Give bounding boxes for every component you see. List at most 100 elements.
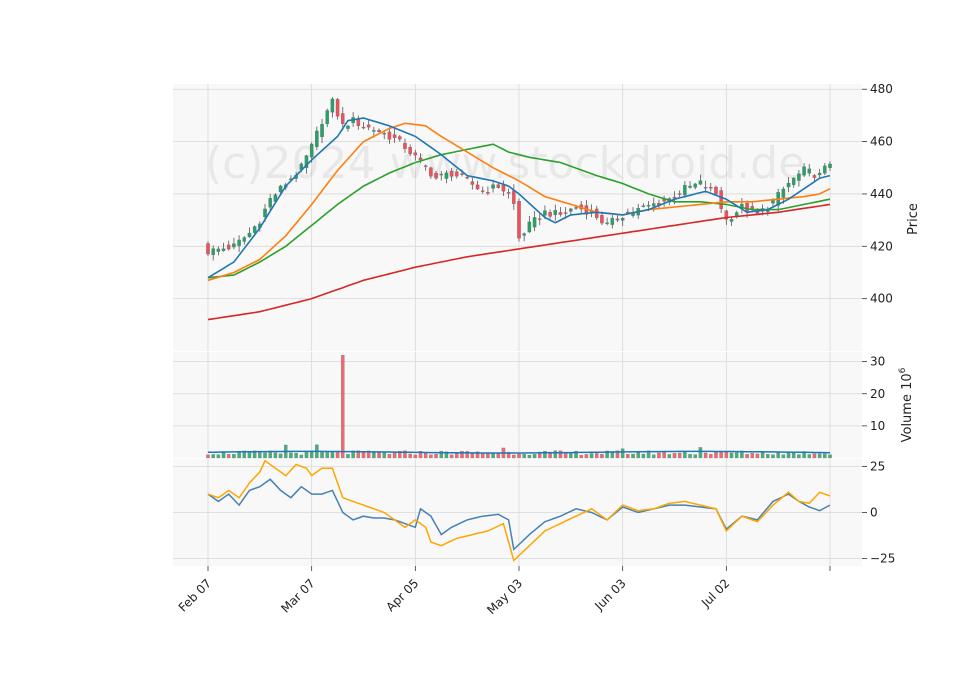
candle-body-20 (309, 143, 314, 158)
candle-body-71 (574, 207, 578, 209)
candle-body-113 (791, 177, 796, 185)
candle-body-120 (828, 163, 832, 168)
osc-ytick-label-2: 25 (870, 459, 885, 473)
volume-bar-114 (797, 454, 801, 459)
candle-body-35 (387, 131, 392, 140)
volume-bar-111 (781, 454, 786, 459)
candle-body-77 (605, 222, 609, 224)
volume-bar-89 (667, 454, 672, 459)
candle-body-33 (377, 130, 381, 133)
candle-body-34 (382, 133, 386, 135)
volume-bar-87 (657, 452, 661, 459)
osc-ytick-label-0: −25 (870, 552, 895, 566)
volume-bar-4 (226, 454, 231, 459)
candle-body-58 (506, 192, 511, 194)
candle-body-63 (532, 217, 537, 228)
volume-bar-23 (325, 452, 329, 459)
candle-body-111 (781, 188, 786, 198)
volume-bar-2 (216, 454, 221, 459)
watermark: (c)2024 www.stockdroid.de (205, 138, 805, 189)
candle-body-78 (610, 217, 615, 225)
volume-bar-92 (683, 451, 687, 459)
candle-body-31 (366, 124, 371, 128)
volume-bar-35 (387, 453, 392, 459)
candle-body-36 (392, 134, 397, 139)
volume-bar-67 (553, 450, 558, 459)
volume-bar-113 (791, 452, 796, 459)
volume-bar-6 (237, 451, 241, 459)
candle-body-46 (444, 172, 449, 179)
volume-bar-53 (480, 453, 485, 459)
candle-body-60 (517, 201, 521, 239)
candle-body-70 (569, 208, 573, 212)
candle-body-25 (335, 99, 340, 117)
candle-body-118 (817, 172, 822, 176)
volume-bar-63 (532, 454, 537, 459)
volume-bar-98 (714, 451, 718, 459)
xtick-label-4: Jun 03 (591, 576, 628, 613)
volume-bar-84 (641, 453, 646, 459)
volume-bar-100 (724, 452, 729, 459)
volume-bar-13 (273, 452, 278, 459)
volume-bar-74 (589, 453, 594, 459)
candle-body-56 (496, 184, 501, 188)
volume-bar-61 (522, 454, 526, 459)
xtick-label-5: Jul 02 (698, 576, 732, 610)
price-ytick-label-2: 440 (870, 187, 893, 201)
volume-bar-17 (294, 452, 298, 459)
volume-bar-59 (512, 454, 516, 459)
candle-body-55 (491, 184, 495, 189)
candle-body-47 (449, 170, 454, 177)
candle-body-23 (325, 110, 329, 125)
volume-bar-90 (672, 453, 677, 459)
candle-body-22 (320, 124, 324, 138)
volume-bar-102 (734, 452, 739, 459)
candle-body-86 (652, 203, 656, 207)
candle-body-114 (797, 173, 801, 181)
volume-bar-62 (527, 454, 532, 459)
volume-bar-101 (729, 452, 734, 459)
volume-bar-75 (595, 452, 599, 459)
volume-bar-27 (346, 454, 350, 459)
price-ytick-label-1: 420 (870, 239, 893, 253)
volume-bar-30 (361, 452, 366, 459)
candle-body-48 (455, 171, 459, 177)
candle-body-21 (315, 130, 319, 147)
candle-body-11 (263, 208, 267, 218)
volume-bar-1 (211, 454, 215, 459)
volume-bar-95 (698, 447, 703, 459)
volume-bar-32 (372, 452, 376, 459)
candle-body-116 (807, 168, 812, 174)
price-ytick-label-4: 480 (870, 82, 893, 96)
volume-bar-44 (434, 453, 438, 459)
candle-body-65 (543, 210, 547, 216)
volume-bar-86 (652, 454, 656, 459)
volume-bar-33 (377, 451, 381, 459)
volume-bar-91 (677, 452, 682, 459)
volume-bar-68 (558, 450, 563, 459)
candle-body-112 (786, 182, 791, 188)
volume-bar-5 (232, 454, 236, 459)
volume-bar-94 (693, 454, 697, 459)
candle-body-115 (802, 166, 806, 176)
volume-bar-55 (491, 452, 495, 459)
candle-body-117 (812, 175, 817, 178)
volume-bar-47 (449, 454, 454, 459)
volume-bar-22 (320, 451, 324, 459)
candle-body-9 (252, 226, 257, 233)
volume-bar-8 (247, 451, 252, 459)
volume-bar-97 (709, 454, 713, 459)
volume-bar-18 (299, 454, 304, 459)
volume-bar-104 (745, 454, 749, 459)
candle-body-80 (620, 217, 625, 221)
volume-bar-81 (626, 453, 630, 459)
volume-bar-56 (496, 453, 501, 459)
volume-bar-106 (755, 453, 760, 459)
candle-body-7 (242, 237, 247, 242)
volume-ytick-label-1: 20 (870, 387, 885, 401)
candle-body-92 (683, 185, 687, 196)
candle-body-90 (672, 196, 677, 199)
volume-bar-119 (823, 453, 827, 459)
volume-bar-73 (584, 454, 589, 459)
price-axis-label: Price (906, 203, 921, 235)
